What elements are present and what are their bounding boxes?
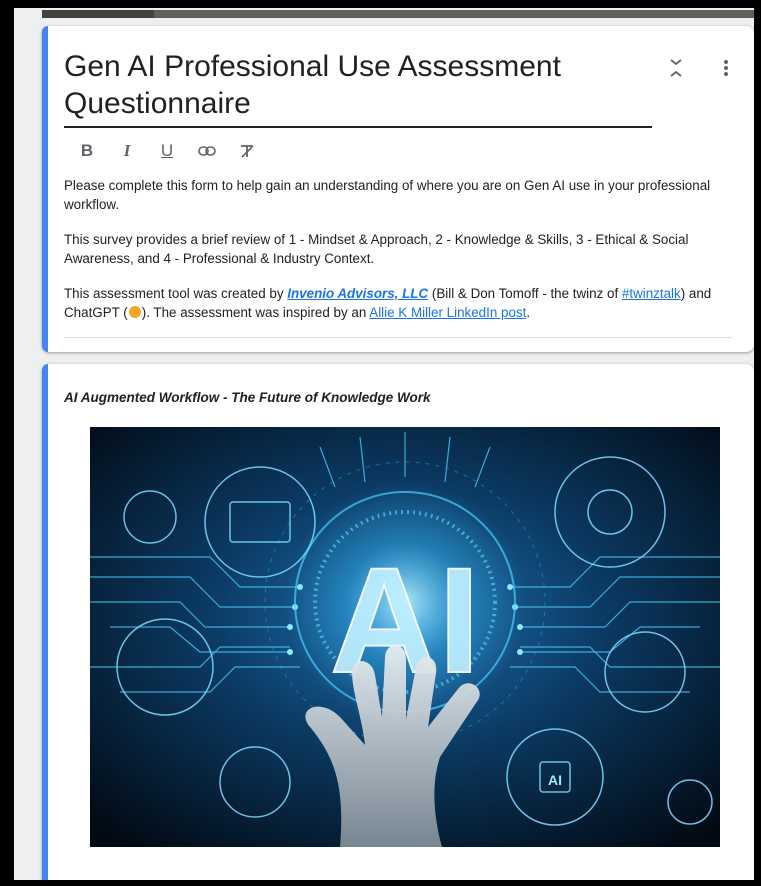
description-paragraph-3: This assessment tool was created by Inve…	[64, 286, 712, 320]
italic-icon[interactable]: I	[118, 141, 136, 161]
form-description[interactable]: Please complete this form to help gain a…	[64, 176, 724, 338]
header-tab	[42, 10, 154, 18]
linkedin-post-link[interactable]: Allie K Miller LinkedIn post	[369, 305, 526, 320]
twinztalk-link[interactable]: #twinztalk	[622, 286, 681, 301]
title-underline	[64, 126, 652, 128]
ai-badge-text: AI	[548, 772, 562, 788]
card-accent	[42, 364, 48, 880]
section-card[interactable]: AI Augmented Workflow - The Future of Kn…	[42, 364, 754, 880]
description-paragraph-2: This survey provides a brief review of 1…	[64, 232, 689, 266]
form-header-card[interactable]: Gen AI Professional Use Assessment Quest…	[42, 26, 754, 352]
link-icon[interactable]	[198, 141, 216, 161]
form-title-input[interactable]: Gen AI Professional Use Assessment Quest…	[64, 48, 630, 122]
smiley-emoji-icon	[128, 306, 141, 318]
section-title[interactable]: AI Augmented Workflow - The Future of Kn…	[64, 390, 431, 405]
description-underline	[64, 337, 732, 338]
form-editor-canvas: Gen AI Professional Use Assessment Quest…	[14, 8, 754, 880]
underline-icon[interactable]: U	[158, 141, 176, 161]
more-vert-icon[interactable]	[714, 56, 738, 80]
description-paragraph-1: Please complete this form to help gain a…	[64, 178, 711, 212]
invenio-link[interactable]: Invenio Advisors, LLC	[287, 286, 428, 301]
collapse-icon[interactable]	[664, 56, 688, 80]
ai-hand-image[interactable]: AI AI	[90, 427, 720, 847]
clear-format-icon[interactable]	[238, 141, 256, 161]
active-card-indicator	[42, 26, 48, 352]
bold-icon[interactable]: B	[78, 141, 96, 161]
text-format-toolbar: B I U	[78, 140, 256, 162]
